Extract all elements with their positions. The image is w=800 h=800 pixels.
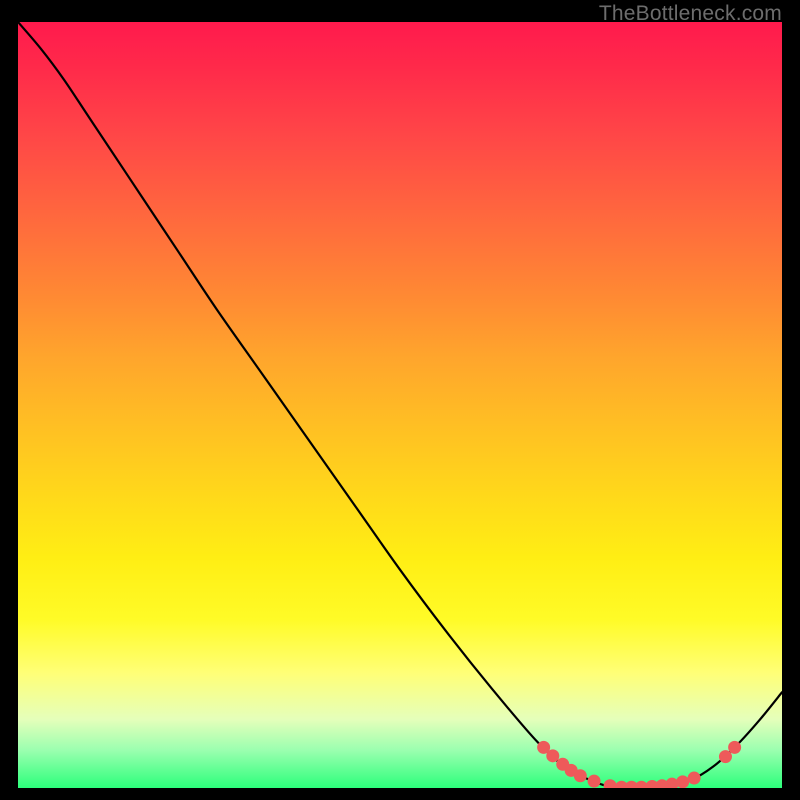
curve-marker — [688, 772, 701, 785]
curve-marker — [676, 775, 689, 788]
chart-frame — [18, 22, 782, 788]
curve-marker — [728, 741, 741, 754]
bottleneck-curve-line — [18, 22, 782, 787]
curve-marker — [574, 769, 587, 782]
curve-marker — [604, 779, 617, 788]
curve-marker — [546, 749, 559, 762]
curve-marker — [588, 775, 601, 788]
chart-svg — [18, 22, 782, 788]
curve-markers — [537, 741, 741, 788]
curve-marker — [719, 750, 732, 763]
